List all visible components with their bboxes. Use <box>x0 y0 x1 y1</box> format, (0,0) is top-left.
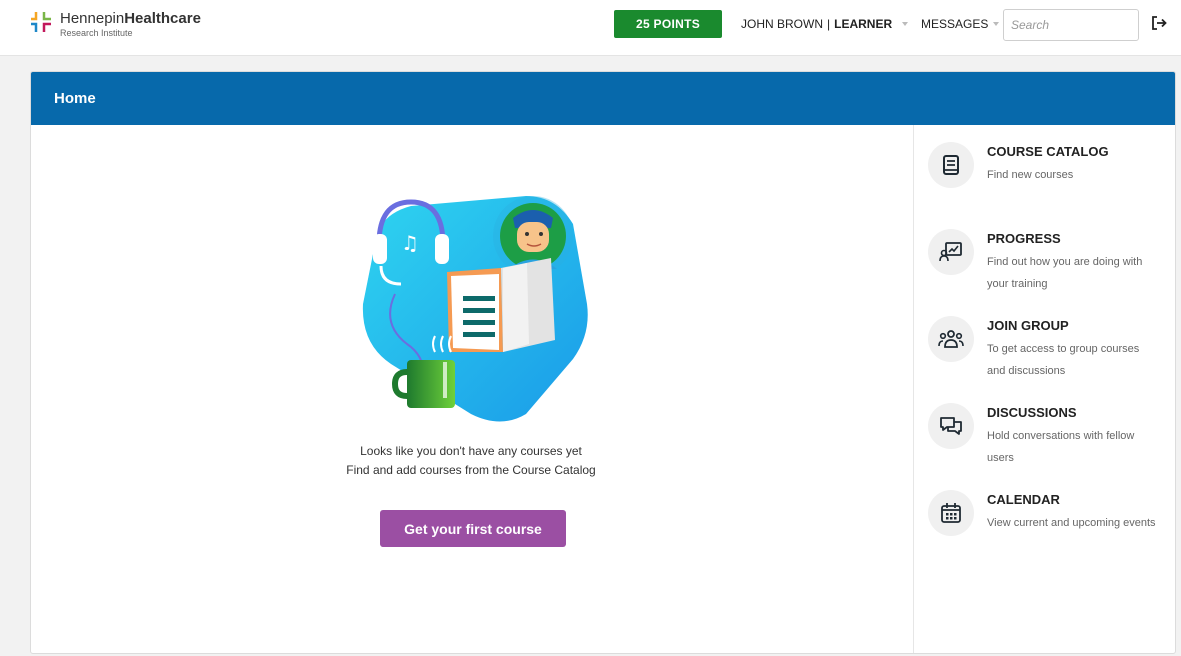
menu-item-title: CALENDAR <box>987 492 1060 507</box>
chevron-down-icon <box>902 22 909 26</box>
divider <box>913 125 914 653</box>
book-icon <box>928 142 974 188</box>
empty-state-line-1: Looks like you don't have any courses ye… <box>360 444 582 458</box>
menu-item-title: PROGRESS <box>987 231 1061 246</box>
menu-item-desc: Hold conversations with fellow users <box>987 430 1135 464</box>
chevron-down-icon <box>993 22 1000 26</box>
empty-courses-illustration: ♫ <box>362 196 588 422</box>
menu-item-course-catalog[interactable]: COURSE CATALOG Find new courses <box>928 142 1168 229</box>
menu-item-desc: Find new courses <box>987 169 1074 181</box>
menu-item-progress[interactable]: PROGRESS Find out how you are doing with… <box>928 229 1168 316</box>
home-card: Home ♫ Looks like you don't have any cou… <box>30 71 1176 654</box>
menu-item-title: COURSE CATALOG <box>987 144 1109 159</box>
user-name: JOHN BROWN <box>741 17 823 31</box>
menu-item-desc: To get access to group courses and discu… <box>987 343 1140 377</box>
messages-menu[interactable]: MESSAGES <box>921 17 1000 31</box>
logo-mark-icon <box>31 12 51 32</box>
menu-item-title: DISCUSSIONS <box>987 405 1077 420</box>
menu-item-join-group[interactable]: JOIN GROUP To get access to group course… <box>928 316 1168 403</box>
menu-item-desc: View current and upcoming events <box>987 517 1156 529</box>
menu-item-desc: Find out how you are doing with your tra… <box>987 256 1143 290</box>
messages-label: MESSAGES <box>921 17 989 31</box>
page-title: Home <box>31 72 1175 125</box>
empty-state-message: Looks like you don't have any courses ye… <box>271 442 671 480</box>
svg-text:♫: ♫ <box>401 231 419 255</box>
quick-links-menu: COURSE CATALOG Find new courses PROGRESS… <box>928 142 1168 577</box>
group-icon <box>928 316 974 362</box>
points-badge[interactable]: 25 POINTS <box>614 10 722 38</box>
logo[interactable]: HennepinHealthcare Research Institute <box>30 10 201 38</box>
user-separator: | <box>827 17 831 31</box>
menu-item-title: JOIN GROUP <box>987 318 1069 333</box>
progress-icon <box>928 229 974 275</box>
logo-name: HennepinHealthcare <box>60 10 201 27</box>
get-first-course-button[interactable]: Get your first course <box>380 510 566 547</box>
logo-subtitle: Research Institute <box>60 28 133 38</box>
search-input[interactable] <box>1003 9 1139 41</box>
chat-icon <box>928 403 974 449</box>
top-bar: HennepinHealthcare Research Institute 25… <box>0 0 1181 56</box>
menu-item-discussions[interactable]: DISCUSSIONS Hold conversations with fell… <box>928 403 1168 490</box>
empty-state-line-2: Find and add courses from the Course Cat… <box>346 463 596 477</box>
menu-item-calendar[interactable]: CALENDAR View current and upcoming event… <box>928 490 1168 577</box>
logout-icon[interactable] <box>1150 14 1168 32</box>
calendar-icon <box>928 490 974 536</box>
user-menu[interactable]: JOHN BROWN | LEARNER <box>741 17 909 31</box>
user-role: LEARNER <box>834 17 893 31</box>
